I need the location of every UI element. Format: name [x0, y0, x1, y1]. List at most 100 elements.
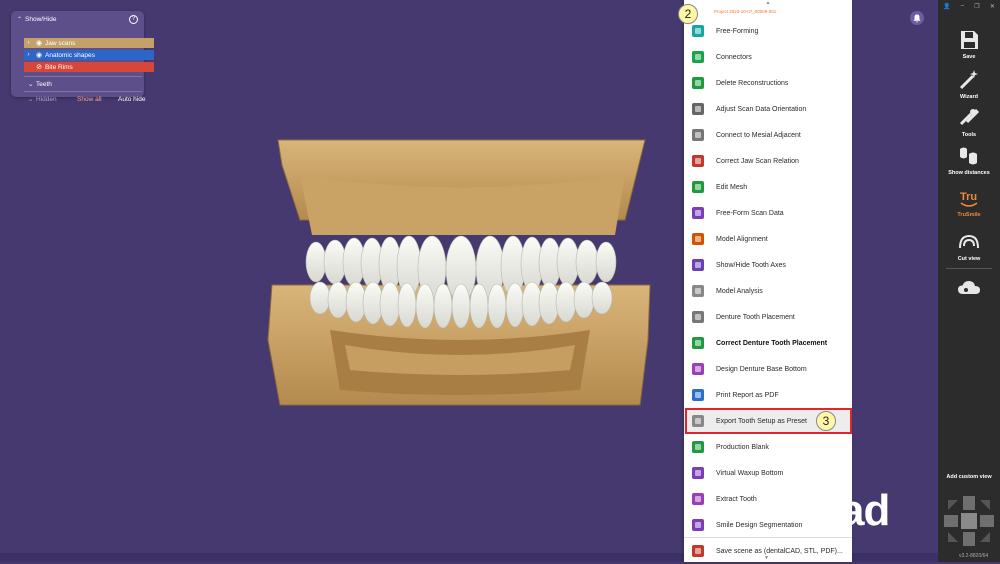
show-hide-item-label: Jaw scans	[45, 39, 76, 47]
right-toolbar: 👤 – ❐ ✕ Save Wizard Tools Show distances Tru…	[938, 0, 1000, 562]
menu-item-label: Smile Design Segmentation	[716, 521, 803, 529]
mesial-icon	[690, 127, 706, 143]
model-analysis-icon	[690, 283, 706, 299]
menu-item-label: Free-Form Scan Data	[716, 209, 784, 217]
menu-item-model-alignment[interactable]: Model Alignment	[684, 226, 852, 252]
menu-item-label: Save scene as (dentalCAD, STL, PDF)...	[716, 547, 843, 555]
chevron-right-icon[interactable]: ›	[24, 52, 33, 58]
menu-item-trash[interactable]: Delete Reconstructions	[684, 70, 852, 96]
view-navigation-cube-icon[interactable]	[940, 492, 998, 550]
menu-item-production-blank[interactable]: Production Blank	[684, 434, 852, 460]
show-hide-header[interactable]: ⌃ Show/Hide ?	[17, 15, 140, 24]
free-forming-icon	[690, 23, 706, 39]
show-hide-item-bite-rims[interactable]: ⊘ Bite Rims	[24, 62, 154, 72]
show-hide-item-anatomic-shapes[interactable]: › ◉ Anatomic shapes	[24, 50, 154, 60]
menu-item-smile-segmentation[interactable]: Smile Design Segmentation	[684, 512, 852, 538]
menu-item-label: Production Blank	[716, 443, 769, 451]
trusmile-button[interactable]: Tru TruSmile	[938, 182, 1000, 228]
chevron-down-icon: ⌄	[28, 81, 34, 88]
svg-text:Tru: Tru	[960, 191, 977, 203]
pdf-icon	[690, 387, 706, 403]
eye-icon[interactable]: ◉	[33, 39, 45, 47]
show-distances-button[interactable]: Show distances	[938, 140, 1000, 186]
hidden-label: Hidden	[36, 95, 57, 103]
auto-hide-link[interactable]: Auto hide	[118, 96, 145, 103]
toolbar-button-label: Wizard	[960, 94, 978, 100]
waxup-icon	[690, 465, 706, 481]
tools-menu: ▲ Project 2023-10-07_00009-001 Free-Form…	[684, 0, 852, 562]
menu-item-free-forming[interactable]: Free-Forming	[684, 18, 852, 44]
menu-item-label: Extract Tooth	[716, 495, 757, 503]
tooth-axes-icon	[690, 257, 706, 273]
wizard-icon	[957, 68, 981, 92]
notification-bell-icon[interactable]	[910, 11, 924, 25]
menu-item-edit-mesh[interactable]: Edit Mesh	[684, 174, 852, 200]
menu-item-model-analysis[interactable]: Model Analysis	[684, 278, 852, 304]
connectors-icon	[690, 49, 706, 65]
menu-item-freeform-scan[interactable]: Free-Form Scan Data	[684, 200, 852, 226]
menu-item-tooth-placement[interactable]: Denture Tooth Placement	[684, 304, 852, 330]
scroll-up-icon[interactable]: ▲	[684, 0, 852, 8]
hidden-row: ⌄ Hidden Show all Auto hide	[28, 95, 150, 104]
toolbar-button-label: TruSmile	[957, 212, 981, 218]
scroll-down-icon[interactable]: ▼	[764, 555, 769, 561]
add-custom-view-button[interactable]: Add custom view	[938, 474, 1000, 480]
divider	[24, 91, 142, 92]
menu-item-label: Show/Hide Tooth Axes	[716, 261, 786, 269]
tools-icon	[957, 106, 981, 130]
show-hide-item-label: Anatomic shapes	[45, 51, 95, 59]
teeth-label: Teeth	[36, 80, 52, 88]
menu-item-extract-tooth[interactable]: Extract Tooth	[684, 486, 852, 512]
menu-item-label: Denture Tooth Placement	[716, 313, 795, 321]
chevron-right-icon[interactable]: ›	[24, 40, 33, 46]
menu-item-label: Delete Reconstructions	[716, 79, 789, 87]
toolbar-button-label: Save	[962, 54, 976, 60]
menu-item-label: Correct Denture Tooth Placement	[716, 339, 828, 347]
menu-item-label: Correct Jaw Scan Relation	[716, 157, 799, 165]
show-all-link[interactable]: Show all	[77, 96, 102, 103]
trash-icon	[690, 75, 706, 91]
menu-item-label: Print Report as PDF	[716, 391, 779, 399]
minimize-icon[interactable]: –	[961, 3, 964, 13]
correct-placement-icon	[690, 335, 706, 351]
show-hide-item-jaw-scans[interactable]: › ◉ Jaw scans	[24, 38, 154, 48]
menu-item-orientation[interactable]: Adjust Scan Data Orientation	[684, 96, 852, 122]
menu-item-label: Adjust Scan Data Orientation	[716, 105, 807, 113]
chevron-up-icon: ⌃	[17, 17, 23, 23]
help-icon[interactable]: ?	[129, 15, 138, 24]
menu-item-label: Connectors	[716, 53, 752, 61]
menu-item-label: Connect to Mesial Adjacent	[716, 131, 801, 139]
cloud-icon[interactable]	[957, 278, 981, 298]
menu-item-connectors[interactable]: Connectors	[684, 44, 852, 70]
menu-item-base-bottom[interactable]: Design Denture Base Bottom	[684, 356, 852, 382]
menu-item-correct-placement[interactable]: Correct Denture Tooth Placement	[684, 330, 852, 356]
base-bottom-icon	[690, 361, 706, 377]
divider	[684, 537, 852, 538]
menu-item-waxup[interactable]: Virtual Waxup Bottom	[684, 460, 852, 486]
chevron-down-icon[interactable]: ⌄	[28, 95, 36, 103]
menu-item-mesial[interactable]: Connect to Mesial Adjacent	[684, 122, 852, 148]
save-scene-icon	[690, 543, 706, 559]
menu-item-pdf[interactable]: Print Report as PDF	[684, 382, 852, 408]
eye-icon[interactable]: ◉	[33, 51, 45, 59]
menu-item-jaw-relation[interactable]: Correct Jaw Scan Relation	[684, 148, 852, 174]
teeth-group[interactable]: ⌄ Teeth	[28, 80, 52, 89]
model-alignment-icon	[690, 231, 706, 247]
smile-segmentation-icon	[690, 517, 706, 533]
trusmile-icon: Tru	[957, 186, 981, 210]
project-header: Project 2023-10-07_00009-001	[714, 9, 777, 14]
show-hide-title: Show/Hide	[25, 16, 57, 23]
restore-icon[interactable]: ❐	[974, 3, 979, 13]
eye-hidden-icon[interactable]: ⊘	[33, 63, 45, 71]
cut-view-button[interactable]: Cut view	[938, 226, 1000, 272]
version-label: v3.2-8820/64	[959, 553, 989, 559]
menu-item-tooth-axes[interactable]: Show/Hide Tooth Axes	[684, 252, 852, 278]
user-icon[interactable]: 👤	[943, 3, 950, 13]
window-controls: 👤 – ❐ ✕	[938, 3, 1000, 13]
divider	[946, 268, 992, 269]
tooth-placement-icon	[690, 309, 706, 325]
distances-icon	[957, 144, 981, 168]
save-icon	[957, 28, 981, 52]
menu-item-label: Virtual Waxup Bottom	[716, 469, 784, 477]
close-icon[interactable]: ✕	[990, 3, 995, 13]
